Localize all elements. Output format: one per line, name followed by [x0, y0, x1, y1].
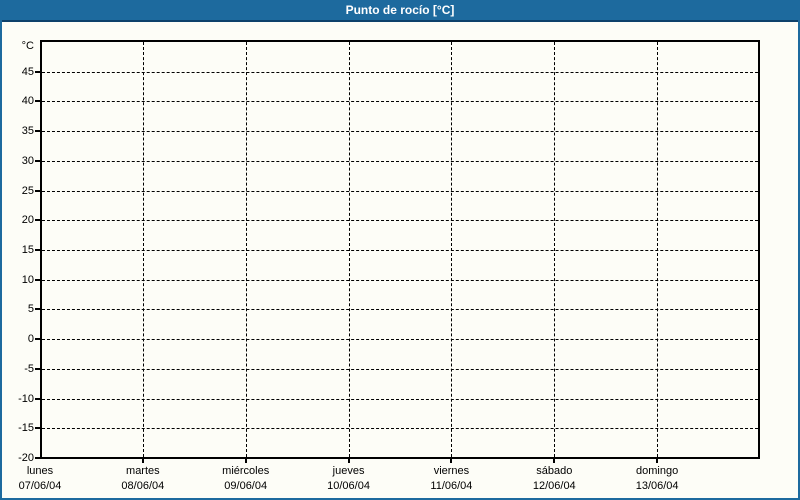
chart-title: Punto de rocío [°C]: [345, 3, 455, 17]
y-tick-label: 20: [21, 214, 34, 227]
day-date: 13/06/04: [635, 480, 679, 492]
day-date: 10/06/04: [327, 480, 370, 492]
chart-titlebar: Punto de rocío [°C]: [0, 0, 800, 22]
day-date: 07/06/04: [18, 480, 62, 492]
y-tick-label: -20: [18, 452, 34, 464]
y-tick-mark: [35, 397, 40, 400]
y-tick-mark: [35, 338, 40, 341]
y-tick-mark: [35, 159, 40, 162]
day-name: lunes: [26, 465, 54, 477]
day-label: martes 08/06/04: [88, 464, 198, 494]
y-tick-mark: [35, 278, 40, 281]
day-name: martes: [126, 465, 160, 477]
y-tick-label: 40: [21, 95, 34, 108]
day-date: 08/06/04: [121, 480, 165, 492]
day-name: jueves: [332, 465, 365, 477]
day-name: viernes: [433, 465, 470, 477]
x-tick-mark: [553, 459, 556, 463]
y-tick-label: 30: [21, 154, 34, 167]
y-tick-label: -15: [18, 422, 34, 435]
y-tick-mark: [35, 130, 40, 133]
y-axis-unit-label: °C: [21, 40, 34, 52]
x-tick-mark: [244, 459, 247, 463]
y-tick-label: 5: [27, 303, 34, 316]
day-label: sábado 12/06/04: [499, 464, 609, 494]
day-name: domingo: [636, 465, 679, 477]
y-tick-label: 0: [27, 333, 34, 346]
y-tick-mark: [35, 427, 40, 430]
day-name: sábado: [536, 465, 573, 477]
y-tick-label: -5: [24, 362, 34, 375]
y-tick-mark: [35, 308, 40, 311]
y-tick-label: 10: [21, 273, 34, 286]
y-tick-label: 35: [21, 125, 34, 138]
y-tick-mark: [35, 249, 40, 251]
y-tick-mark: [35, 100, 40, 103]
y-tick-mark: [35, 219, 40, 222]
x-tick-mark: [141, 459, 144, 463]
y-tick-mark: [35, 70, 40, 73]
y-tick-mark: [35, 189, 40, 192]
x-tick-mark: [656, 459, 659, 463]
y-tick-label: 45: [21, 65, 34, 78]
y-tick-mark: [35, 367, 40, 370]
plot-area: [40, 40, 760, 459]
chart-window: Punto de rocío [°C] °C 45 40 35 30 25 20 15 10 5…: [0, 0, 800, 500]
x-tick-mark: [450, 459, 453, 463]
day-label: miércoles 09/06/04: [191, 464, 301, 494]
day-label: domingo 13/06/04: [602, 464, 712, 494]
day-date: 09/06/04: [224, 480, 268, 492]
day-label: viernes 11/06/04: [396, 464, 506, 494]
y-tick-label: -10: [18, 392, 34, 405]
day-label: jueves 10/06/04: [294, 464, 404, 494]
x-tick-mark: [347, 459, 350, 463]
day-date: 12/06/04: [532, 480, 576, 492]
day-date: 11/06/04: [430, 480, 473, 492]
y-tick-mark: [35, 457, 40, 459]
day-name: miércoles: [222, 465, 270, 477]
day-label: lunes 07/06/04: [0, 464, 95, 494]
y-tick-label: 25: [21, 184, 34, 197]
y-tick-label: 15: [21, 244, 34, 256]
